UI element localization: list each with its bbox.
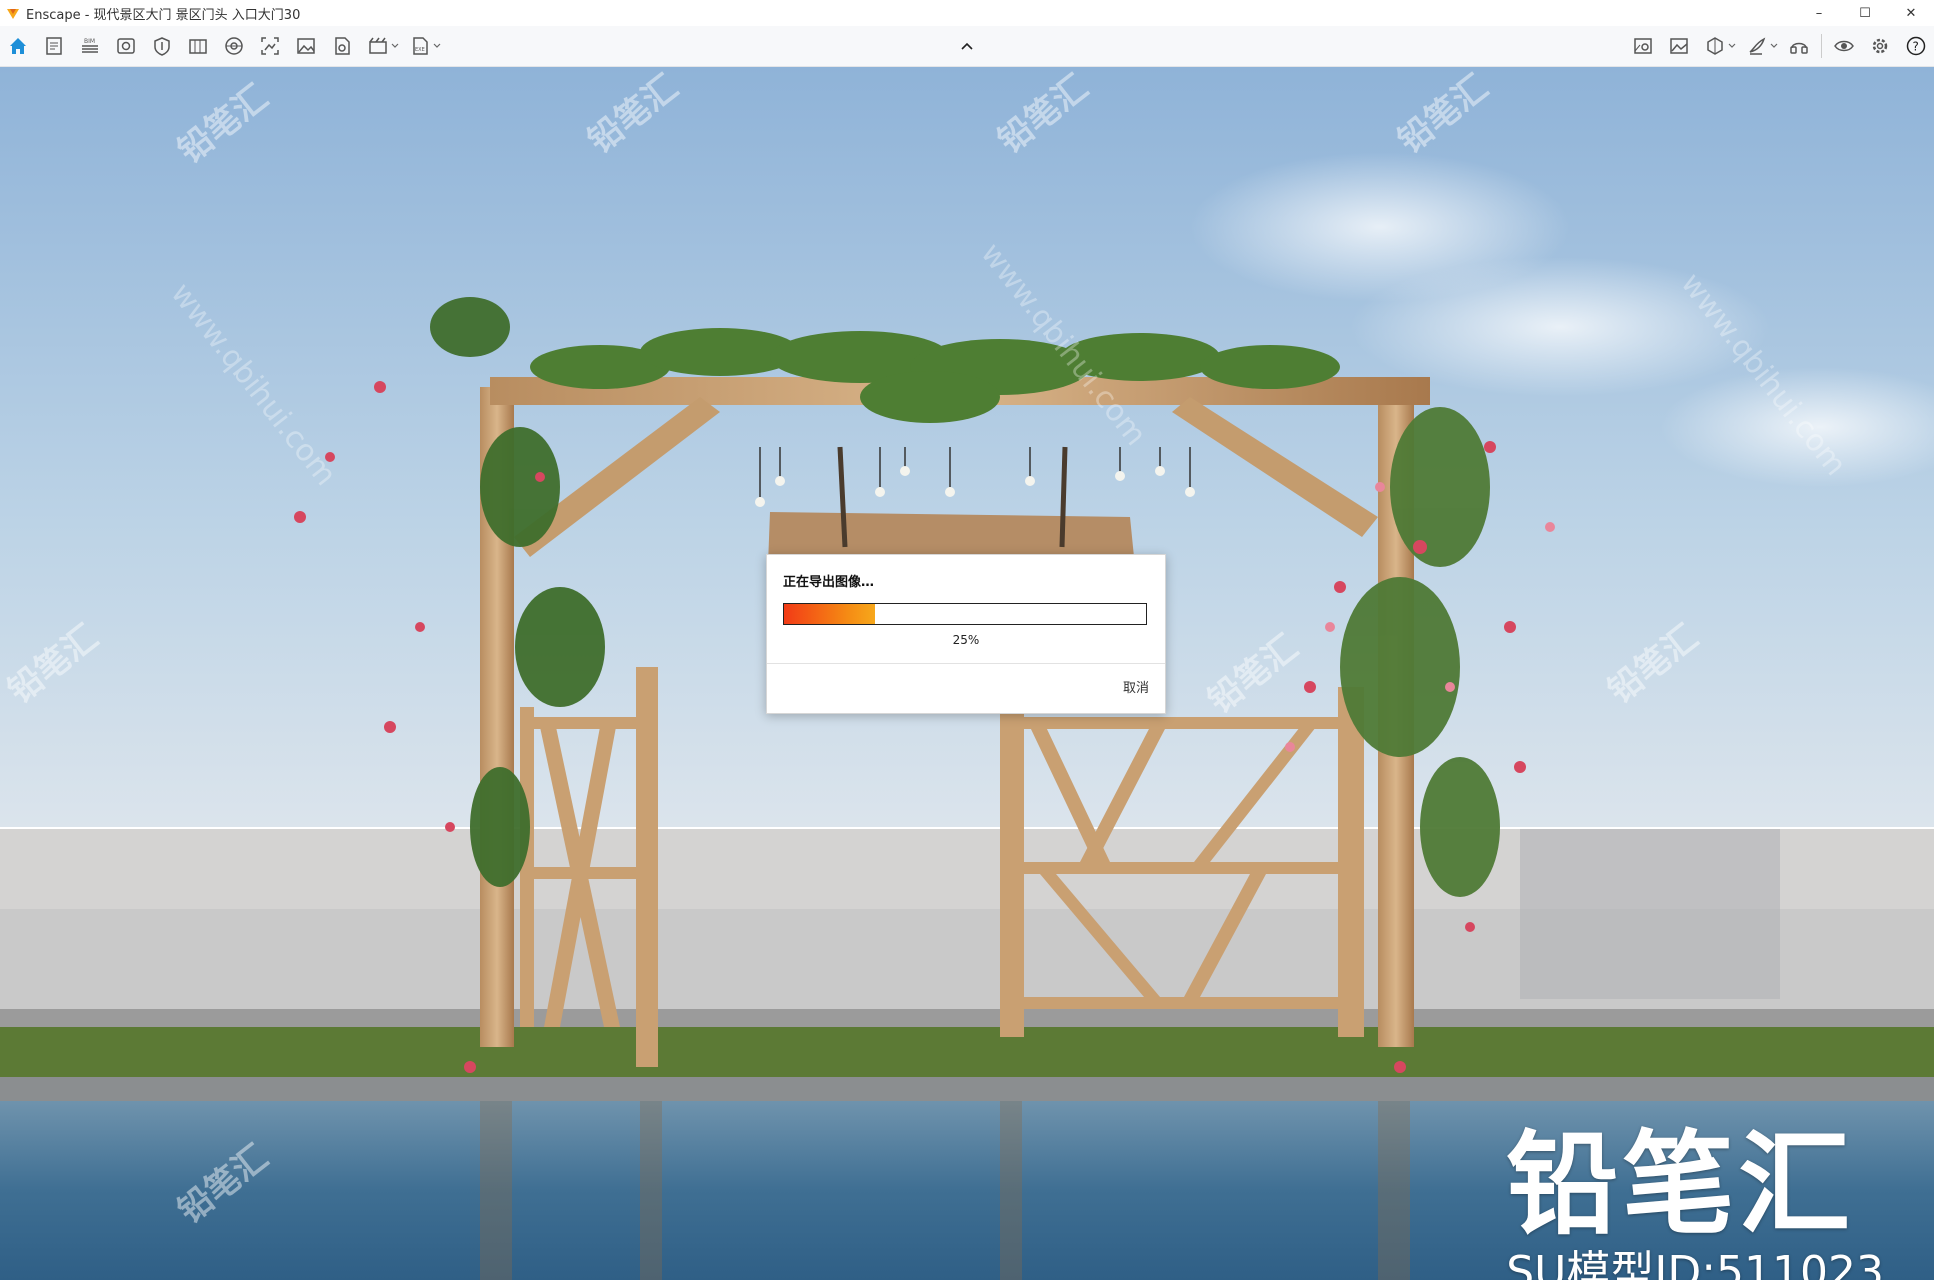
settings-icon [1872,38,1888,54]
title-bar: Enscape - 现代景区大门 景区门头 入口大门30 – ☐ ✕ [0,0,1934,26]
video-dropdown[interactable] [390,26,400,66]
image-compare-icon [1670,38,1688,54]
settings-button[interactable] [1862,26,1898,66]
image-compare-button[interactable] [1661,26,1697,66]
toolbar-left-group: BIM EXE [0,26,444,66]
close-button[interactable]: ✕ [1888,0,1934,26]
panorama-button[interactable] [216,26,252,66]
progress-fill [784,604,875,624]
visibility-button[interactable] [1826,26,1862,66]
material-editor-icon [1634,38,1652,54]
gallery-button[interactable] [288,26,324,66]
export-button[interactable] [324,26,360,66]
home-button[interactable] [0,26,36,66]
asset-library-icon [154,37,170,56]
toolbar-right-group: ? [1625,26,1934,66]
chevron-down-icon [1770,43,1778,48]
exe-dropdown[interactable] [432,26,442,66]
export-icon [335,37,350,55]
visual-settings-button[interactable] [108,26,144,66]
help-button[interactable]: ? [1898,26,1934,66]
bim-button[interactable]: BIM [72,26,108,66]
help-icon: ? [1906,36,1926,56]
dialog-title: 正在导出图像… [783,575,875,590]
window-controls: – ☐ ✕ [1796,0,1934,26]
gallery-icon [297,38,315,54]
brand-watermark: 铅笔汇 SU模型ID:511023 [1506,1127,1884,1280]
chevron-up-icon [961,42,973,50]
enscape-logo-icon [7,9,19,19]
toolbar-separator [1821,34,1822,58]
panorama-icon [225,37,243,55]
cube-view-dropdown[interactable] [1727,26,1737,66]
dialog-divider [767,663,1165,664]
progress-bar [783,603,1147,625]
collapse-toolbar-button[interactable] [959,26,975,66]
asset-library-button[interactable] [144,26,180,66]
bim-icon: BIM [82,38,98,53]
material-editor-button[interactable] [1625,26,1661,66]
progress-percent: 25% [952,633,980,647]
exe-icon: EXE [413,37,428,55]
cancel-button[interactable]: 取消 [1123,677,1149,696]
svg-text:?: ? [1913,40,1919,54]
render-image-button[interactable] [252,26,288,66]
chevron-down-icon [433,43,441,48]
minimize-button[interactable]: – [1796,0,1842,26]
sketch-icon [1749,37,1766,55]
views-button[interactable] [180,26,216,66]
eye-icon [1834,40,1854,52]
video-icon [369,37,387,54]
window-title: Enscape - 现代景区大门 景区门头 入口大门30 [26,7,301,23]
chevron-down-icon [1728,43,1736,48]
home-icon [10,38,26,54]
brand-name: 铅笔汇 [1506,1120,1855,1250]
document-icon [46,37,62,55]
render-image-icon [261,37,279,55]
svg-text:BIM: BIM [84,38,95,45]
document-button[interactable] [36,26,72,66]
views-icon [189,39,207,54]
svg-text:EXE: EXE [415,47,425,53]
visual-settings-icon [117,38,135,54]
cube-view-icon [1707,37,1723,55]
chevron-down-icon [391,43,399,48]
headset-icon [1790,42,1808,54]
model-id-text: SU模型ID:511023 [1506,1247,1884,1280]
sketch-dropdown[interactable] [1769,26,1779,66]
vr-headset-button[interactable] [1781,26,1817,66]
maximize-button[interactable]: ☐ [1842,0,1888,26]
export-progress-dialog: 正在导出图像… 25% 取消 [766,554,1166,714]
